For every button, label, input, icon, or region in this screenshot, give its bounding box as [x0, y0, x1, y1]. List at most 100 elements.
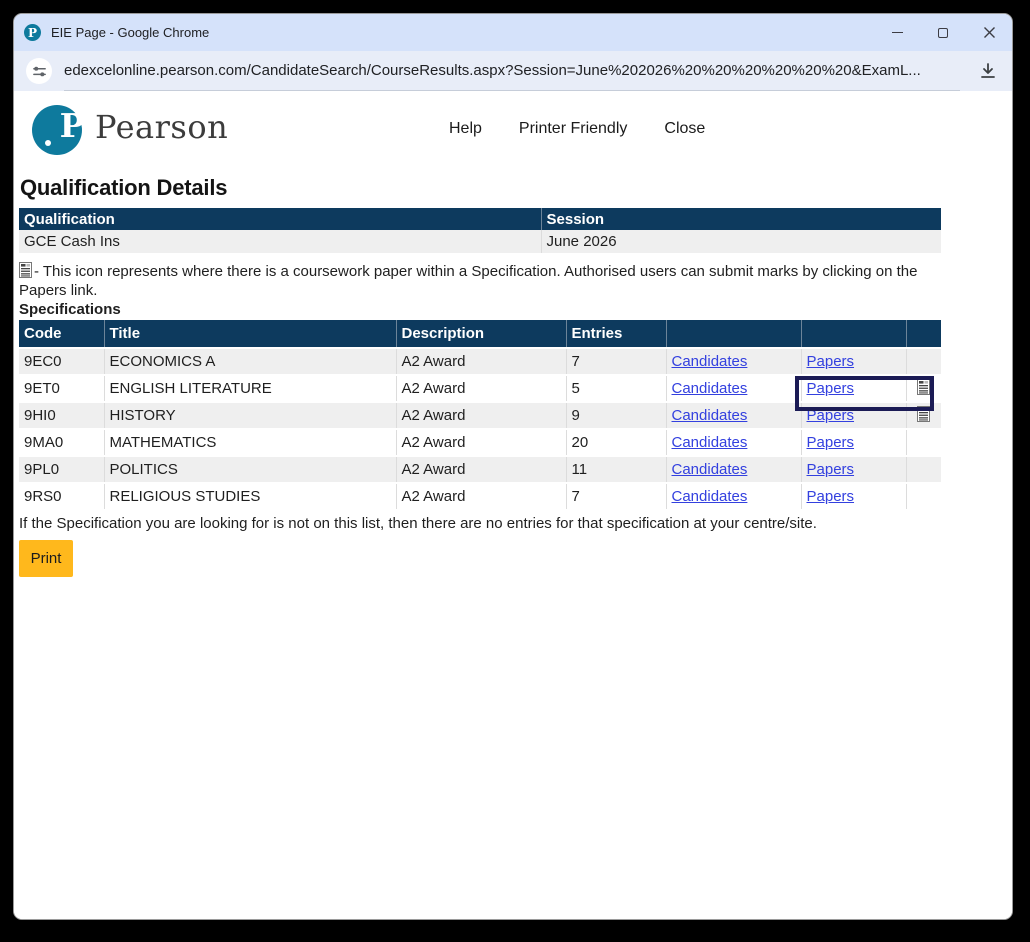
- coursework-note: - This icon represents where there is a …: [19, 262, 954, 300]
- spec-entries: 7: [566, 483, 666, 510]
- spec-code: 9ET0: [19, 375, 104, 402]
- pearson-wordmark: Pearson: [95, 108, 228, 146]
- no-entries-note: If the Specification you are looking for…: [19, 514, 1012, 533]
- page-content: P Pearson Help Printer Friendly Close Qu…: [14, 91, 1012, 919]
- papers-link[interactable]: Papers: [807, 380, 855, 397]
- spec-code: 9PL0: [19, 456, 104, 483]
- spec-description: A2 Award: [396, 375, 566, 402]
- table-row: 9HI0 HISTORY A2 Award 9 Candidates Paper…: [19, 402, 941, 429]
- candidates-link[interactable]: Candidates: [672, 461, 748, 478]
- pearson-logo-letter: P: [47, 108, 97, 144]
- spec-title: ECONOMICS A: [104, 348, 396, 375]
- candidates-link[interactable]: Candidates: [672, 488, 748, 505]
- spec-code: 9HI0: [19, 402, 104, 429]
- coursework-paper-icon: [19, 262, 32, 278]
- favicon-letter: P: [28, 27, 37, 39]
- maximize-button[interactable]: [920, 14, 966, 51]
- close-window-button[interactable]: [966, 14, 1012, 51]
- spec-title: HISTORY: [104, 402, 396, 429]
- spec-description: A2 Award: [396, 483, 566, 510]
- spec-title: ENGLISH LITERATURE: [104, 375, 396, 402]
- site-nav: Help Printer Friendly Close: [449, 120, 705, 138]
- title-header: Title: [104, 320, 396, 348]
- candidates-link[interactable]: Candidates: [672, 353, 748, 370]
- coursework-icon-cell: [906, 375, 941, 402]
- site-info-button[interactable]: [26, 58, 52, 84]
- table-row: GCE Cash Ins June 2026: [19, 230, 941, 253]
- spec-code: 9MA0: [19, 429, 104, 456]
- download-icon: [978, 61, 998, 81]
- entries-header: Entries: [566, 320, 666, 348]
- candidates-link[interactable]: Candidates: [672, 380, 748, 397]
- table-row: 9MA0 MATHEMATICS A2 Award 20 Candidates …: [19, 429, 941, 456]
- url-text: edexcelonline.pearson.com/CandidateSearc…: [64, 62, 921, 79]
- print-button[interactable]: Print: [19, 540, 73, 577]
- spec-code: 9EC0: [19, 348, 104, 375]
- papers-link[interactable]: Papers: [807, 434, 855, 451]
- maximize-icon: [938, 28, 948, 38]
- download-button[interactable]: [976, 59, 1000, 83]
- specifications-table-wrap: Code Title Description Entries 9EC0 ECON…: [19, 320, 941, 511]
- browser-toolbar: edexcelonline.pearson.com/CandidateSearc…: [14, 51, 1012, 91]
- table-row: 9PL0 POLITICS A2 Award 11 Candidates Pap…: [19, 456, 941, 483]
- coursework-icon-cell: [906, 402, 941, 429]
- qualification-header: Qualification: [19, 208, 541, 230]
- coursework-icon-cell: [906, 429, 941, 456]
- close-icon: [983, 26, 996, 39]
- spec-entries: 7: [566, 348, 666, 375]
- spec-title: MATHEMATICS: [104, 429, 396, 456]
- pearson-logo-dot: [45, 140, 51, 146]
- papers-link[interactable]: Papers: [807, 407, 855, 424]
- coursework-paper-icon: [917, 406, 930, 422]
- specifications-table: Code Title Description Entries 9EC0 ECON…: [19, 320, 941, 511]
- page-title: Qualification Details: [20, 175, 1012, 201]
- icon-column-header: [906, 320, 941, 348]
- qualification-table: Qualification Session GCE Cash Ins June …: [19, 208, 941, 253]
- coursework-note-text: - This icon represents where there is a …: [19, 263, 917, 299]
- session-header: Session: [541, 208, 941, 230]
- description-header: Description: [396, 320, 566, 348]
- spec-description: A2 Award: [396, 456, 566, 483]
- nav-close-link[interactable]: Close: [664, 120, 705, 138]
- papers-link[interactable]: Papers: [807, 353, 855, 370]
- window-title: EIE Page - Google Chrome: [51, 25, 209, 40]
- papers-link[interactable]: Papers: [807, 461, 855, 478]
- spec-entries: 5: [566, 375, 666, 402]
- table-row: 9EC0 ECONOMICS A A2 Award 7 Candidates P…: [19, 348, 941, 375]
- minimize-icon: [892, 32, 903, 34]
- url-bar[interactable]: edexcelonline.pearson.com/CandidateSearc…: [64, 51, 960, 91]
- spec-entries: 20: [566, 429, 666, 456]
- session-value: June 2026: [541, 230, 941, 253]
- window-controls: [874, 14, 1012, 51]
- nav-printer-friendly-link[interactable]: Printer Friendly: [519, 120, 627, 138]
- table-row: 9ET0 ENGLISH LITERATURE A2 Award 5 Candi…: [19, 375, 941, 402]
- spec-description: A2 Award: [396, 429, 566, 456]
- site-info-icon: [32, 64, 47, 79]
- minimize-button[interactable]: [874, 14, 920, 51]
- spec-entries: 9: [566, 402, 666, 429]
- papers-column-header: [801, 320, 906, 348]
- pearson-logo-icon: P: [32, 105, 82, 155]
- browser-window: P EIE Page - Google Chrome edexcelonline…: [13, 13, 1013, 920]
- specifications-label: Specifications: [19, 301, 1012, 318]
- candidates-link[interactable]: Candidates: [672, 407, 748, 424]
- title-bar: P EIE Page - Google Chrome: [14, 14, 1012, 51]
- qualification-value: GCE Cash Ins: [19, 230, 541, 253]
- candidates-column-header: [666, 320, 801, 348]
- coursework-icon-cell: [906, 456, 941, 483]
- coursework-paper-icon: [917, 379, 930, 395]
- spec-description: A2 Award: [396, 348, 566, 375]
- candidates-link[interactable]: Candidates: [672, 434, 748, 451]
- spec-entries: 11: [566, 456, 666, 483]
- papers-link[interactable]: Papers: [807, 488, 855, 505]
- code-header: Code: [19, 320, 104, 348]
- pearson-favicon-icon: P: [24, 24, 41, 41]
- table-row: 9RS0 RELIGIOUS STUDIES A2 Award 7 Candid…: [19, 483, 941, 510]
- spec-title: RELIGIOUS STUDIES: [104, 483, 396, 510]
- spec-title: POLITICS: [104, 456, 396, 483]
- nav-help-link[interactable]: Help: [449, 120, 482, 138]
- coursework-icon-cell: [906, 483, 941, 510]
- site-header: P Pearson Help Printer Friendly Close: [19, 103, 1012, 163]
- spec-code: 9RS0: [19, 483, 104, 510]
- spec-description: A2 Award: [396, 402, 566, 429]
